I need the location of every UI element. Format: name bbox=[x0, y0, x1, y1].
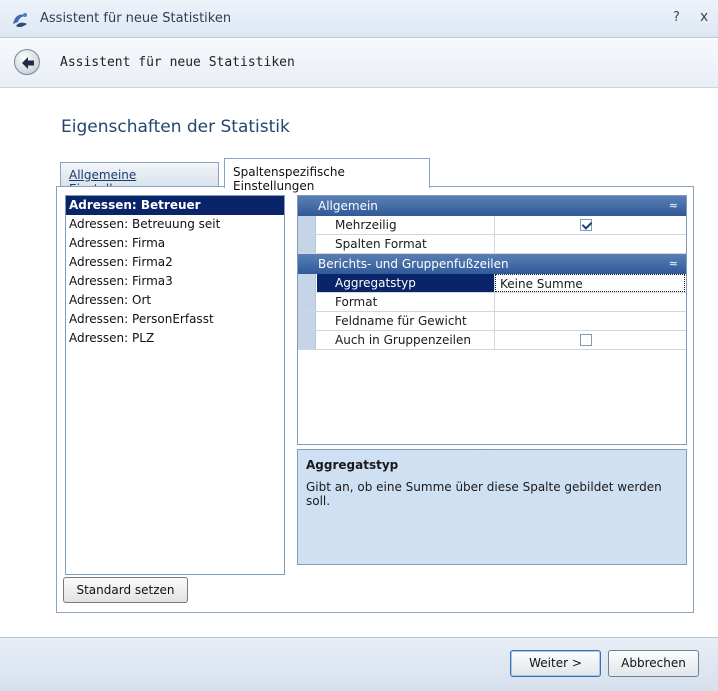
wizard-title: Assistent für neue Statistiken bbox=[60, 55, 295, 70]
aggregatstyp-field[interactable]: Keine Summe bbox=[495, 274, 685, 292]
cancel-button[interactable]: Abbrechen bbox=[608, 650, 699, 677]
list-item[interactable]: Adressen: Betreuer bbox=[66, 196, 284, 215]
app-logo-icon bbox=[10, 10, 30, 30]
page-title: Eigenschaften der Statistik bbox=[61, 117, 290, 137]
list-item[interactable]: Adressen: Ort bbox=[66, 291, 284, 310]
list-item[interactable]: Adressen: Firma2 bbox=[66, 253, 284, 272]
property-row[interactable]: Mehrzeilig bbox=[298, 216, 686, 235]
list-item[interactable]: Adressen: Betreuung seit bbox=[66, 215, 284, 234]
property-row[interactable]: Aggregatstyp Keine Summe bbox=[298, 274, 686, 293]
column-list[interactable]: Adressen: Betreuer Adressen: Betreuung s… bbox=[65, 195, 285, 575]
property-value[interactable] bbox=[495, 293, 685, 311]
property-value[interactable] bbox=[495, 331, 685, 349]
property-name: Mehrzeilig bbox=[317, 216, 495, 234]
window-title: Assistent für neue Statistiken bbox=[40, 11, 232, 26]
property-name: Auch in Gruppenzeilen bbox=[317, 331, 495, 349]
property-value[interactable] bbox=[495, 216, 685, 234]
list-item[interactable]: Adressen: PLZ bbox=[66, 329, 284, 348]
property-row[interactable]: Spalten Format bbox=[298, 235, 686, 254]
property-name: Format bbox=[317, 293, 495, 311]
row-gutter bbox=[298, 274, 316, 292]
property-row[interactable]: Auch in Gruppenzeilen bbox=[298, 331, 686, 350]
description-text: Gibt an, ob eine Summe über diese Spalte… bbox=[306, 480, 662, 508]
property-name: Feldname für Gewicht bbox=[317, 312, 495, 330]
collapse-icon[interactable]: ≈ bbox=[669, 254, 678, 274]
window-titlebar: Assistent für neue Statistiken ? x bbox=[0, 0, 718, 38]
arrow-left-icon bbox=[22, 57, 34, 69]
property-value[interactable] bbox=[495, 312, 685, 330]
row-gutter bbox=[298, 312, 316, 330]
tab-allgemeine-einstellungen[interactable]: Allgemeine Einstellungen bbox=[60, 162, 219, 196]
property-grid: Allgemein ≈ Mehrzeilig Spalten Format Be… bbox=[297, 195, 687, 445]
group-header-allgemein[interactable]: Allgemein ≈ bbox=[298, 196, 686, 216]
next-button[interactable]: Weiter > bbox=[510, 650, 601, 677]
collapse-icon[interactable]: ≈ bbox=[669, 196, 678, 216]
wizard-header: Assistent für neue Statistiken bbox=[0, 39, 718, 88]
property-name: Spalten Format bbox=[317, 235, 495, 253]
standard-setzen-button[interactable]: Standard setzen bbox=[63, 577, 188, 603]
row-gutter bbox=[298, 235, 316, 253]
property-name: Aggregatstyp bbox=[317, 274, 495, 292]
list-item[interactable]: Adressen: PersonErfasst bbox=[66, 310, 284, 329]
group-label: Berichts- und Gruppenfußzeilen bbox=[318, 257, 509, 271]
description-title: Aggregatstyp bbox=[306, 458, 399, 472]
auch-in-gruppenzeilen-checkbox[interactable] bbox=[580, 334, 592, 346]
mehrzeilig-checkbox[interactable] bbox=[580, 219, 592, 231]
description-panel: Aggregatstyp Gibt an, ob eine Summe über… bbox=[297, 449, 687, 565]
group-label: Allgemein bbox=[318, 199, 378, 213]
back-button[interactable] bbox=[14, 49, 40, 75]
group-header-fusszeilen[interactable]: Berichts- und Gruppenfußzeilen ≈ bbox=[298, 254, 686, 274]
property-row[interactable]: Format bbox=[298, 293, 686, 312]
list-item[interactable]: Adressen: Firma bbox=[66, 234, 284, 253]
row-gutter bbox=[298, 331, 316, 349]
tab-spaltenspezifische-einstellungen[interactable]: Spaltenspezifische Einstellungen bbox=[224, 158, 430, 193]
list-item[interactable]: Adressen: Firma3 bbox=[66, 272, 284, 291]
close-button[interactable]: x bbox=[700, 9, 708, 25]
row-gutter bbox=[298, 216, 316, 234]
wizard-footer: Weiter > Abbrechen bbox=[0, 637, 718, 691]
property-value[interactable] bbox=[495, 235, 685, 253]
tab-panel: Adressen: Betreuer Adressen: Betreuung s… bbox=[56, 186, 694, 613]
row-gutter bbox=[298, 293, 316, 311]
property-row[interactable]: Feldname für Gewicht bbox=[298, 312, 686, 331]
help-button[interactable]: ? bbox=[673, 10, 680, 25]
